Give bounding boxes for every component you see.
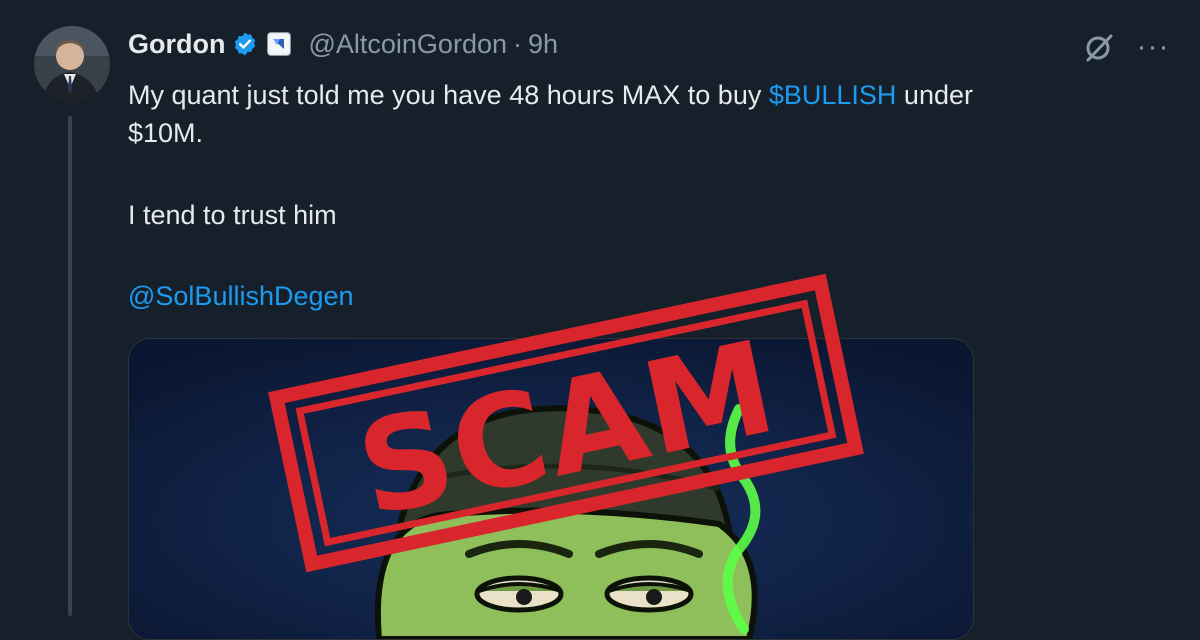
scam-stamp-overlay: SCAM — [266, 268, 866, 578]
tweet-text-line-2: $10M. — [128, 118, 204, 148]
tweet-text: My quant just told me you have 48 hours … — [128, 76, 1168, 152]
tweet-text-suffix: under — [896, 80, 973, 110]
more-options-icon[interactable]: ··· — [1136, 30, 1170, 64]
avatar[interactable] — [34, 26, 110, 102]
author-name[interactable]: Gordon — [128, 29, 225, 60]
affiliate-badge-icon[interactable] — [267, 32, 292, 56]
tweet-timestamp[interactable]: 9h — [528, 29, 558, 60]
avatar-image — [34, 26, 110, 102]
grok-icon[interactable] — [1082, 30, 1116, 64]
cashtag-link[interactable]: $BULLISH — [769, 80, 897, 110]
tweet-text-line-3: I tend to trust him — [128, 200, 337, 230]
verified-badge-icon — [232, 31, 258, 57]
tweet-text-prefix: My quant just told me you have 48 hours … — [128, 80, 769, 110]
thread-connector-line — [68, 116, 72, 616]
author-handle[interactable]: @AltcoinGordon — [308, 29, 507, 60]
tweet-header: Gordon @AltcoinGordon · 9h — [128, 26, 558, 62]
separator-dot: · — [513, 28, 522, 59]
tweet-text-line-1: My quant just told me you have 48 hours … — [128, 76, 1168, 114]
